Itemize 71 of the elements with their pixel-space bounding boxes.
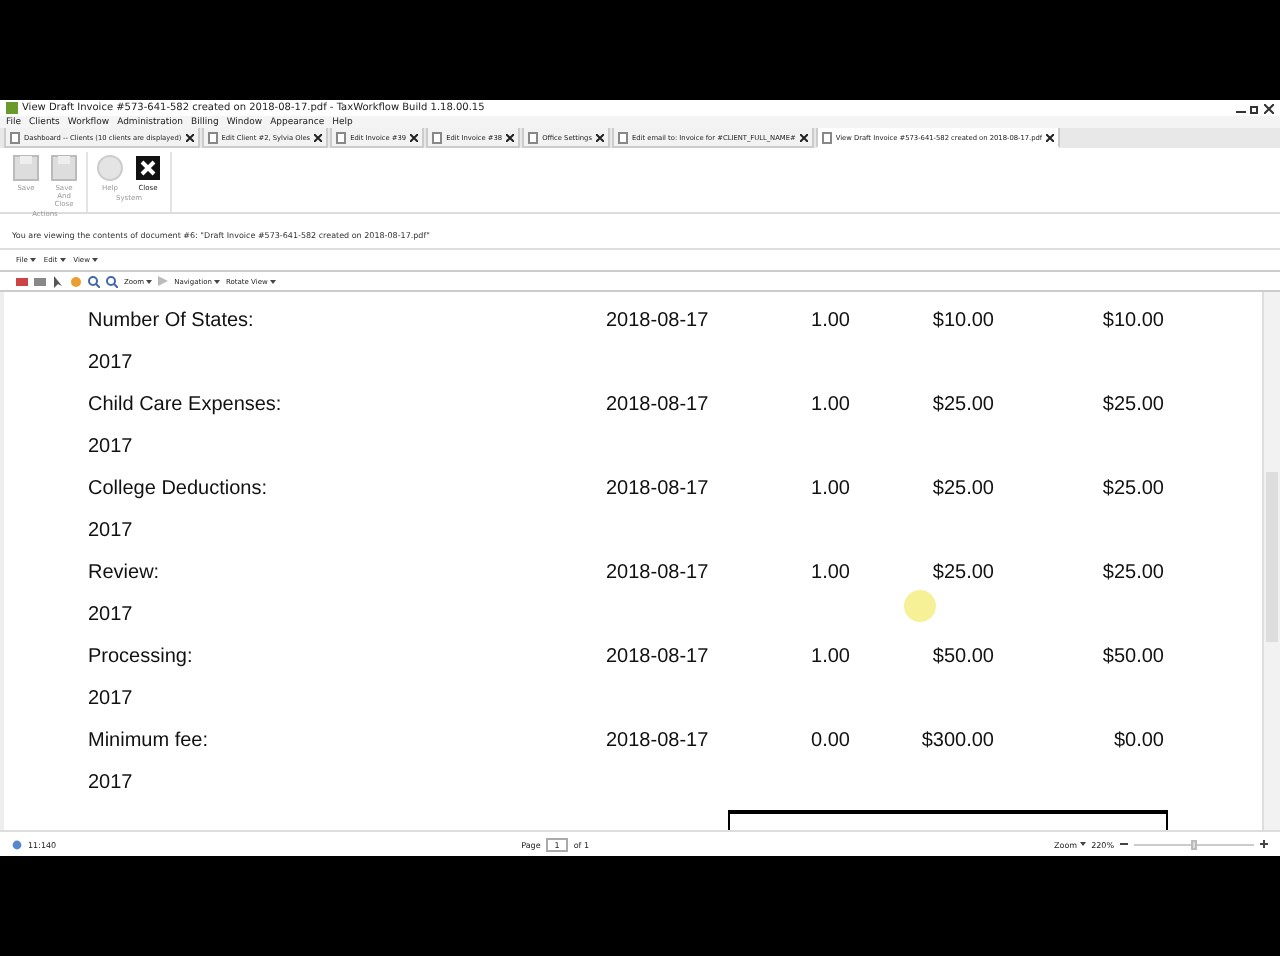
info-icon [12, 839, 22, 849]
item-price: $50.00 [930, 644, 994, 672]
close-icon[interactable] [506, 133, 515, 141]
item-name: Number Of States: [88, 308, 256, 336]
document-icon [432, 131, 443, 143]
item-quantity: 1.00 [809, 308, 850, 336]
caret-icon [1079, 842, 1086, 846]
zoom-in-icon[interactable] [88, 275, 100, 287]
item-total: $25.00 [1100, 392, 1164, 420]
item-year: 2017 [88, 434, 135, 462]
scrollbar[interactable] [1262, 292, 1280, 830]
item-name: College Deductions: [88, 476, 269, 504]
caret-icon [269, 279, 276, 283]
item-year: 2017 [88, 602, 135, 630]
item-price: $25.00 [930, 560, 994, 588]
item-quantity: 1.00 [809, 644, 850, 672]
document-icon [528, 131, 539, 143]
caret-icon [59, 258, 66, 262]
item-quantity: 1.00 [809, 560, 850, 588]
close-icon[interactable] [799, 133, 808, 141]
item-total: $25.00 [1100, 476, 1164, 504]
document-icon [617, 131, 628, 143]
document-icon [207, 131, 218, 143]
item-total: $0.00 [1111, 728, 1164, 756]
circle-icon [94, 152, 126, 184]
slider-thumb[interactable] [1191, 839, 1198, 849]
item-name: Child Care Expenses: [88, 392, 284, 420]
plus-icon[interactable] [1260, 840, 1269, 848]
item-price: $10.00 [930, 308, 994, 336]
item-date: 2018-08-17 [606, 560, 711, 588]
item-price: $25.00 [930, 476, 994, 504]
item-date: 2018-08-17 [606, 308, 711, 336]
item-total: $50.00 [1100, 644, 1164, 672]
close-icon[interactable] [314, 133, 323, 141]
restore-icon[interactable] [1250, 103, 1260, 113]
close-icon [132, 152, 164, 184]
close-icon[interactable] [185, 133, 194, 141]
cursor-icon[interactable] [52, 275, 64, 287]
item-year: 2017 [88, 770, 135, 798]
item-year: 2017 [88, 686, 135, 714]
item-year: 2017 [88, 518, 135, 546]
close-icon[interactable] [410, 133, 419, 141]
document-icon [821, 131, 832, 143]
item-price: $300.00 [919, 728, 994, 756]
caret-icon [91, 258, 98, 262]
item-name: Minimum fee: [88, 728, 211, 756]
item-quantity: 1.00 [809, 476, 850, 504]
item-date: 2018-08-17 [606, 728, 711, 756]
item-total: $10.00 [1100, 308, 1164, 336]
item-total: $25.00 [1100, 560, 1164, 588]
app-icon [6, 102, 18, 114]
document-icon [336, 131, 347, 143]
close-icon[interactable] [595, 133, 604, 141]
caret-icon [146, 279, 153, 283]
item-name: Review: [88, 560, 162, 588]
caret-icon [29, 258, 36, 262]
cursor-highlight [904, 590, 936, 622]
item-quantity: 0.00 [809, 728, 850, 756]
item-name: Processing: [88, 644, 195, 672]
item-date: 2018-08-17 [606, 476, 711, 504]
item-price: $25.00 [930, 392, 994, 420]
item-year: 2017 [88, 350, 135, 378]
close-icon[interactable] [1046, 133, 1055, 141]
caret-icon [213, 279, 220, 283]
close-icon[interactable] [1264, 103, 1274, 113]
document-icon [10, 131, 20, 143]
item-date: 2018-08-17 [606, 392, 711, 420]
minus-icon[interactable] [1120, 840, 1129, 848]
zoom-out-icon[interactable] [106, 275, 118, 287]
item-date: 2018-08-17 [606, 644, 711, 672]
item-quantity: 1.00 [809, 392, 850, 420]
